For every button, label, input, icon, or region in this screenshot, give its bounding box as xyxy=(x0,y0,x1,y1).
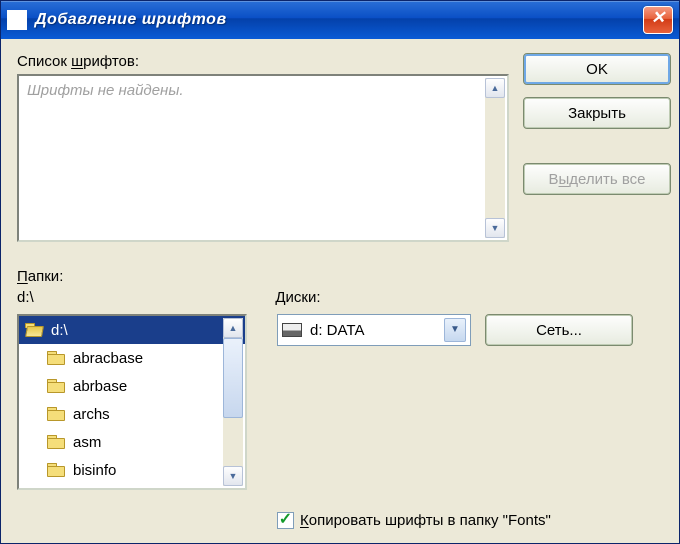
folder-icon xyxy=(47,379,65,393)
disk-icon xyxy=(282,323,302,337)
copy-fonts-label: Копировать шрифты в папку "Fonts" xyxy=(300,512,551,529)
drives-label: Диски: xyxy=(275,289,320,306)
titlebar[interactable]: Добавление шрифтов ✕ xyxy=(1,1,679,39)
tree-item[interactable]: asm xyxy=(19,428,245,456)
tree-item-label: bisinfo xyxy=(73,462,116,479)
current-path: d:\ xyxy=(17,289,63,306)
tree-item[interactable]: abrbase xyxy=(19,372,245,400)
close-button[interactable]: Закрыть xyxy=(523,97,671,129)
network-button[interactable]: Сеть... xyxy=(485,314,633,346)
chevron-down-icon[interactable]: ▼ xyxy=(444,318,466,342)
copy-fonts-checkbox[interactable]: ✓ xyxy=(277,512,294,529)
tree-item[interactable]: archs xyxy=(19,400,245,428)
folder-tree[interactable]: d:\abracbaseabrbasearchsasmbisinfo▲▼ xyxy=(17,314,247,490)
folder-tree-scrollbar[interactable]: ▲▼ xyxy=(223,318,243,486)
tree-item[interactable]: d:\ xyxy=(19,316,245,344)
close-icon[interactable]: ✕ xyxy=(643,6,673,34)
tree-item-label: archs xyxy=(73,406,110,423)
scroll-down-icon[interactable]: ▼ xyxy=(485,218,505,238)
tree-item-label: abrbase xyxy=(73,378,127,395)
scrollbar-thumb[interactable] xyxy=(223,338,243,418)
folder-open-icon xyxy=(25,323,43,337)
folder-icon xyxy=(47,407,65,421)
tree-item-label: d:\ xyxy=(51,322,68,339)
fontlist-scrollbar[interactable]: ▲ ▼ xyxy=(485,78,505,238)
scroll-up-icon[interactable]: ▲ xyxy=(485,78,505,98)
folder-icon xyxy=(47,463,65,477)
scrollbar-track[interactable] xyxy=(223,418,243,466)
fontlist-label: Список шрифтов: xyxy=(17,53,509,70)
window-icon xyxy=(7,10,27,30)
tree-item[interactable]: abracbase xyxy=(19,344,245,372)
tree-item-label: asm xyxy=(73,434,101,451)
drive-combobox[interactable]: d: DATA ▼ xyxy=(277,314,471,346)
add-fonts-dialog: Добавление шрифтов ✕ Список шрифтов: Шри… xyxy=(0,0,680,544)
select-all-button[interactable]: Выделить все xyxy=(523,163,671,195)
tree-item[interactable]: bisinfo xyxy=(19,456,245,484)
fontlist[interactable]: Шрифты не найдены. ▲ ▼ xyxy=(17,74,509,242)
scroll-down-icon[interactable]: ▼ xyxy=(223,466,243,486)
scroll-up-icon[interactable]: ▲ xyxy=(223,318,243,338)
ok-button[interactable]: OK xyxy=(523,53,671,85)
client-area: Список шрифтов: Шрифты не найдены. ▲ ▼ O… xyxy=(1,39,679,543)
copy-fonts-checkbox-row[interactable]: ✓ Копировать шрифты в папку "Fonts" xyxy=(277,512,551,529)
tree-item-label: abracbase xyxy=(73,350,143,367)
folder-icon xyxy=(47,351,65,365)
folder-icon xyxy=(47,435,65,449)
fontlist-empty-text: Шрифты не найдены. xyxy=(27,82,184,99)
window-title: Добавление шрифтов xyxy=(35,11,643,29)
drive-selected-text: d: DATA xyxy=(310,322,444,339)
folders-label: Папки: xyxy=(17,268,63,285)
